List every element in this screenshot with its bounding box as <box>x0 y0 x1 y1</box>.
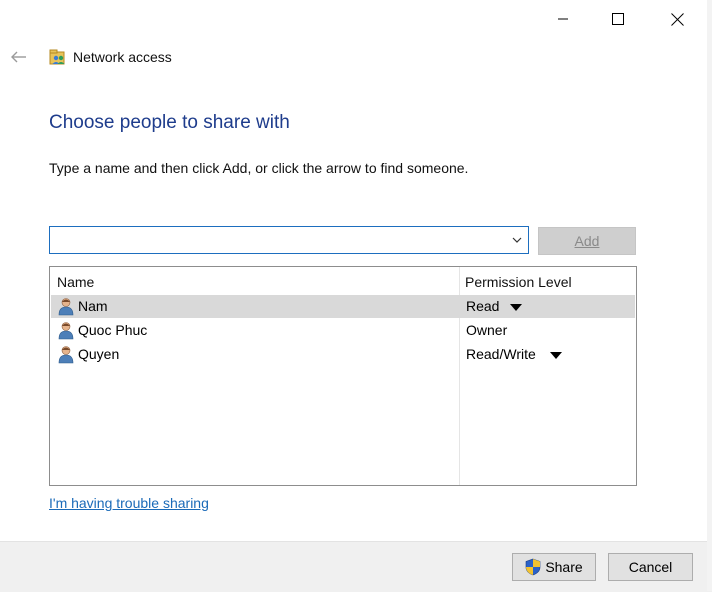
instruction-text: Type a name and then click Add, or click… <box>49 160 469 176</box>
user-icon <box>58 298 74 316</box>
window-edge <box>707 0 712 591</box>
footer-bar <box>0 541 712 592</box>
network-sharing-icon <box>49 49 65 65</box>
column-header-permission[interactable]: Permission Level <box>465 274 572 290</box>
close-icon <box>670 12 684 26</box>
chevron-down-icon[interactable] <box>510 233 524 247</box>
row-permission: Owner <box>466 322 508 338</box>
maximize-button[interactable] <box>595 0 641 38</box>
maximize-icon <box>612 13 624 25</box>
column-header-name[interactable]: Name <box>57 274 94 290</box>
cancel-button[interactable]: Cancel <box>608 553 693 581</box>
table-row[interactable]: Nam Read <box>51 295 635 318</box>
back-button[interactable] <box>6 46 32 68</box>
share-button-label: Share <box>545 559 583 575</box>
back-arrow-icon <box>11 51 26 63</box>
window-title: Network access <box>73 49 172 65</box>
permission-dropdown-arrow-icon[interactable] <box>510 304 522 311</box>
row-name: Quyen <box>78 346 120 362</box>
row-permission[interactable]: Read/Write <box>466 346 536 362</box>
table-row[interactable]: Quyen Read/Write <box>51 343 635 366</box>
name-combobox[interactable] <box>49 226 529 254</box>
user-icon <box>58 322 74 340</box>
minimize-button[interactable] <box>540 0 586 38</box>
user-icon <box>58 346 74 364</box>
row-name: Quoc Phuc <box>78 322 148 338</box>
table-row[interactable]: Quoc Phuc Owner <box>51 319 635 342</box>
name-input[interactable] <box>54 228 498 254</box>
close-button[interactable] <box>654 0 700 38</box>
minimize-icon <box>558 18 568 20</box>
add-button[interactable]: Add <box>538 227 636 255</box>
shield-icon <box>526 558 541 576</box>
people-list[interactable]: Name Permission Level Nam Read Quoc Phuc… <box>49 266 637 486</box>
trouble-sharing-link[interactable]: I'm having trouble sharing <box>49 495 209 511</box>
share-button[interactable]: Share <box>512 553 596 581</box>
row-permission[interactable]: Read <box>466 298 499 314</box>
permission-dropdown-arrow-icon[interactable] <box>550 352 562 359</box>
page-heading: Choose people to share with <box>49 112 290 133</box>
row-name: Nam <box>78 298 108 314</box>
cancel-button-label: Cancel <box>628 559 673 575</box>
